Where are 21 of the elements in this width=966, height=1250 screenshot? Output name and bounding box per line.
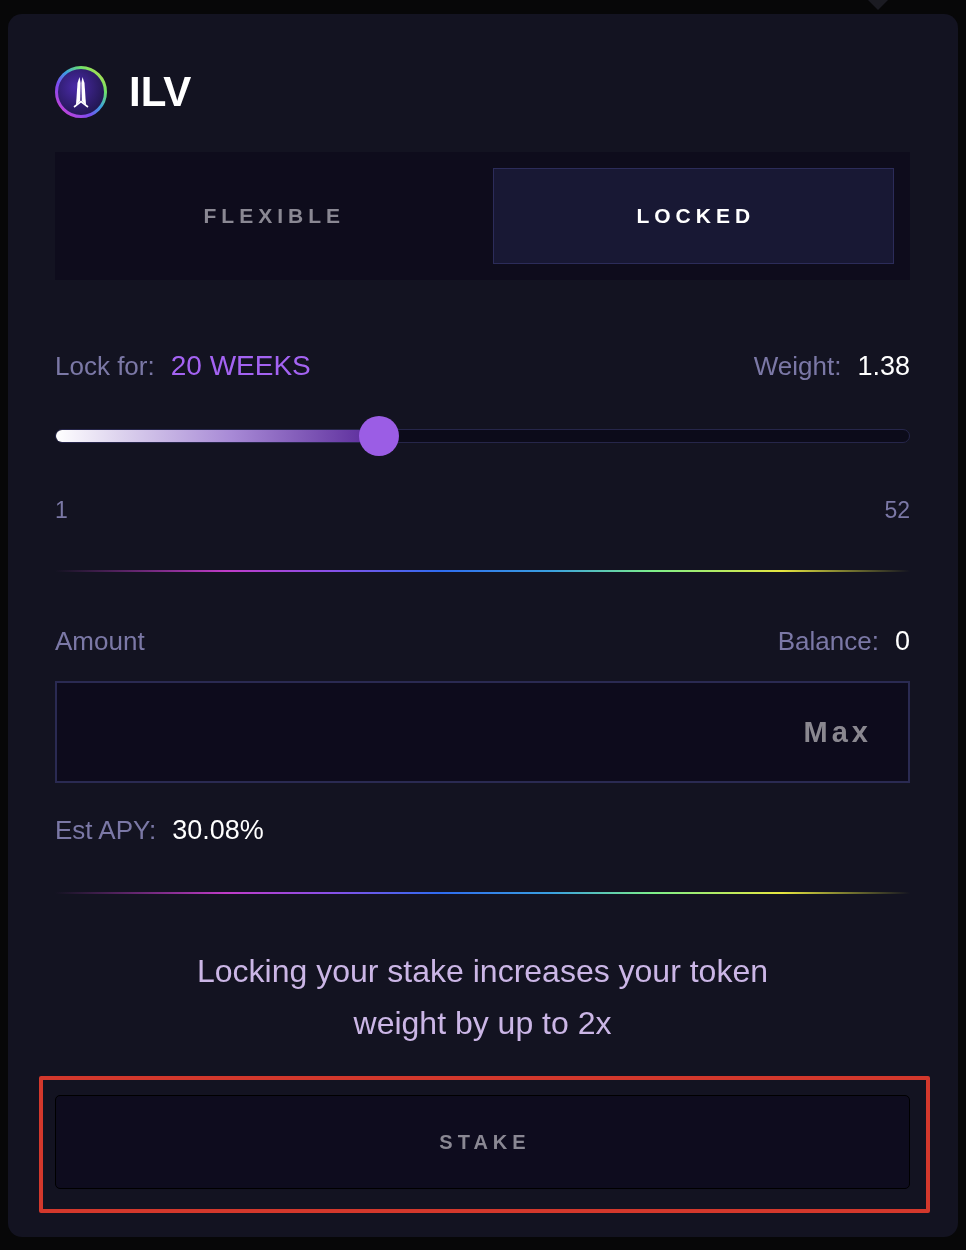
range-max-label: 52: [884, 497, 910, 523]
tab[interactable]: FLEXIBLE: [71, 168, 473, 264]
weight-label: Weight:: [753, 350, 842, 383]
info-text: Locking your stake increases your token weight by up to 2x: [196, 952, 769, 1043]
amount-field[interactable]: Max: [55, 681, 910, 783]
slider-handle[interactable]: [359, 416, 399, 456]
token-name: ILV: [129, 67, 192, 117]
balance-label: Balance:: [777, 625, 879, 658]
slider-track[interactable]: [55, 416, 910, 456]
amount-label: Amount: [55, 625, 145, 658]
lock-duration-label: Lock for:: [55, 350, 155, 383]
apy-value: 30.08%: [172, 814, 264, 847]
max-button[interactable]: Max: [803, 715, 872, 749]
token-logo-icon: [55, 66, 107, 118]
tab[interactable]: LOCKED: [492, 168, 894, 264]
apy-label: Est APY:: [55, 814, 157, 847]
lock-duration-value: 20 WEEKS: [170, 349, 311, 383]
balance-value: 0: [894, 625, 910, 658]
weight-value: 1.38: [857, 350, 910, 383]
caret-icon: [868, 0, 888, 10]
range-min-label: 1: [55, 497, 68, 523]
